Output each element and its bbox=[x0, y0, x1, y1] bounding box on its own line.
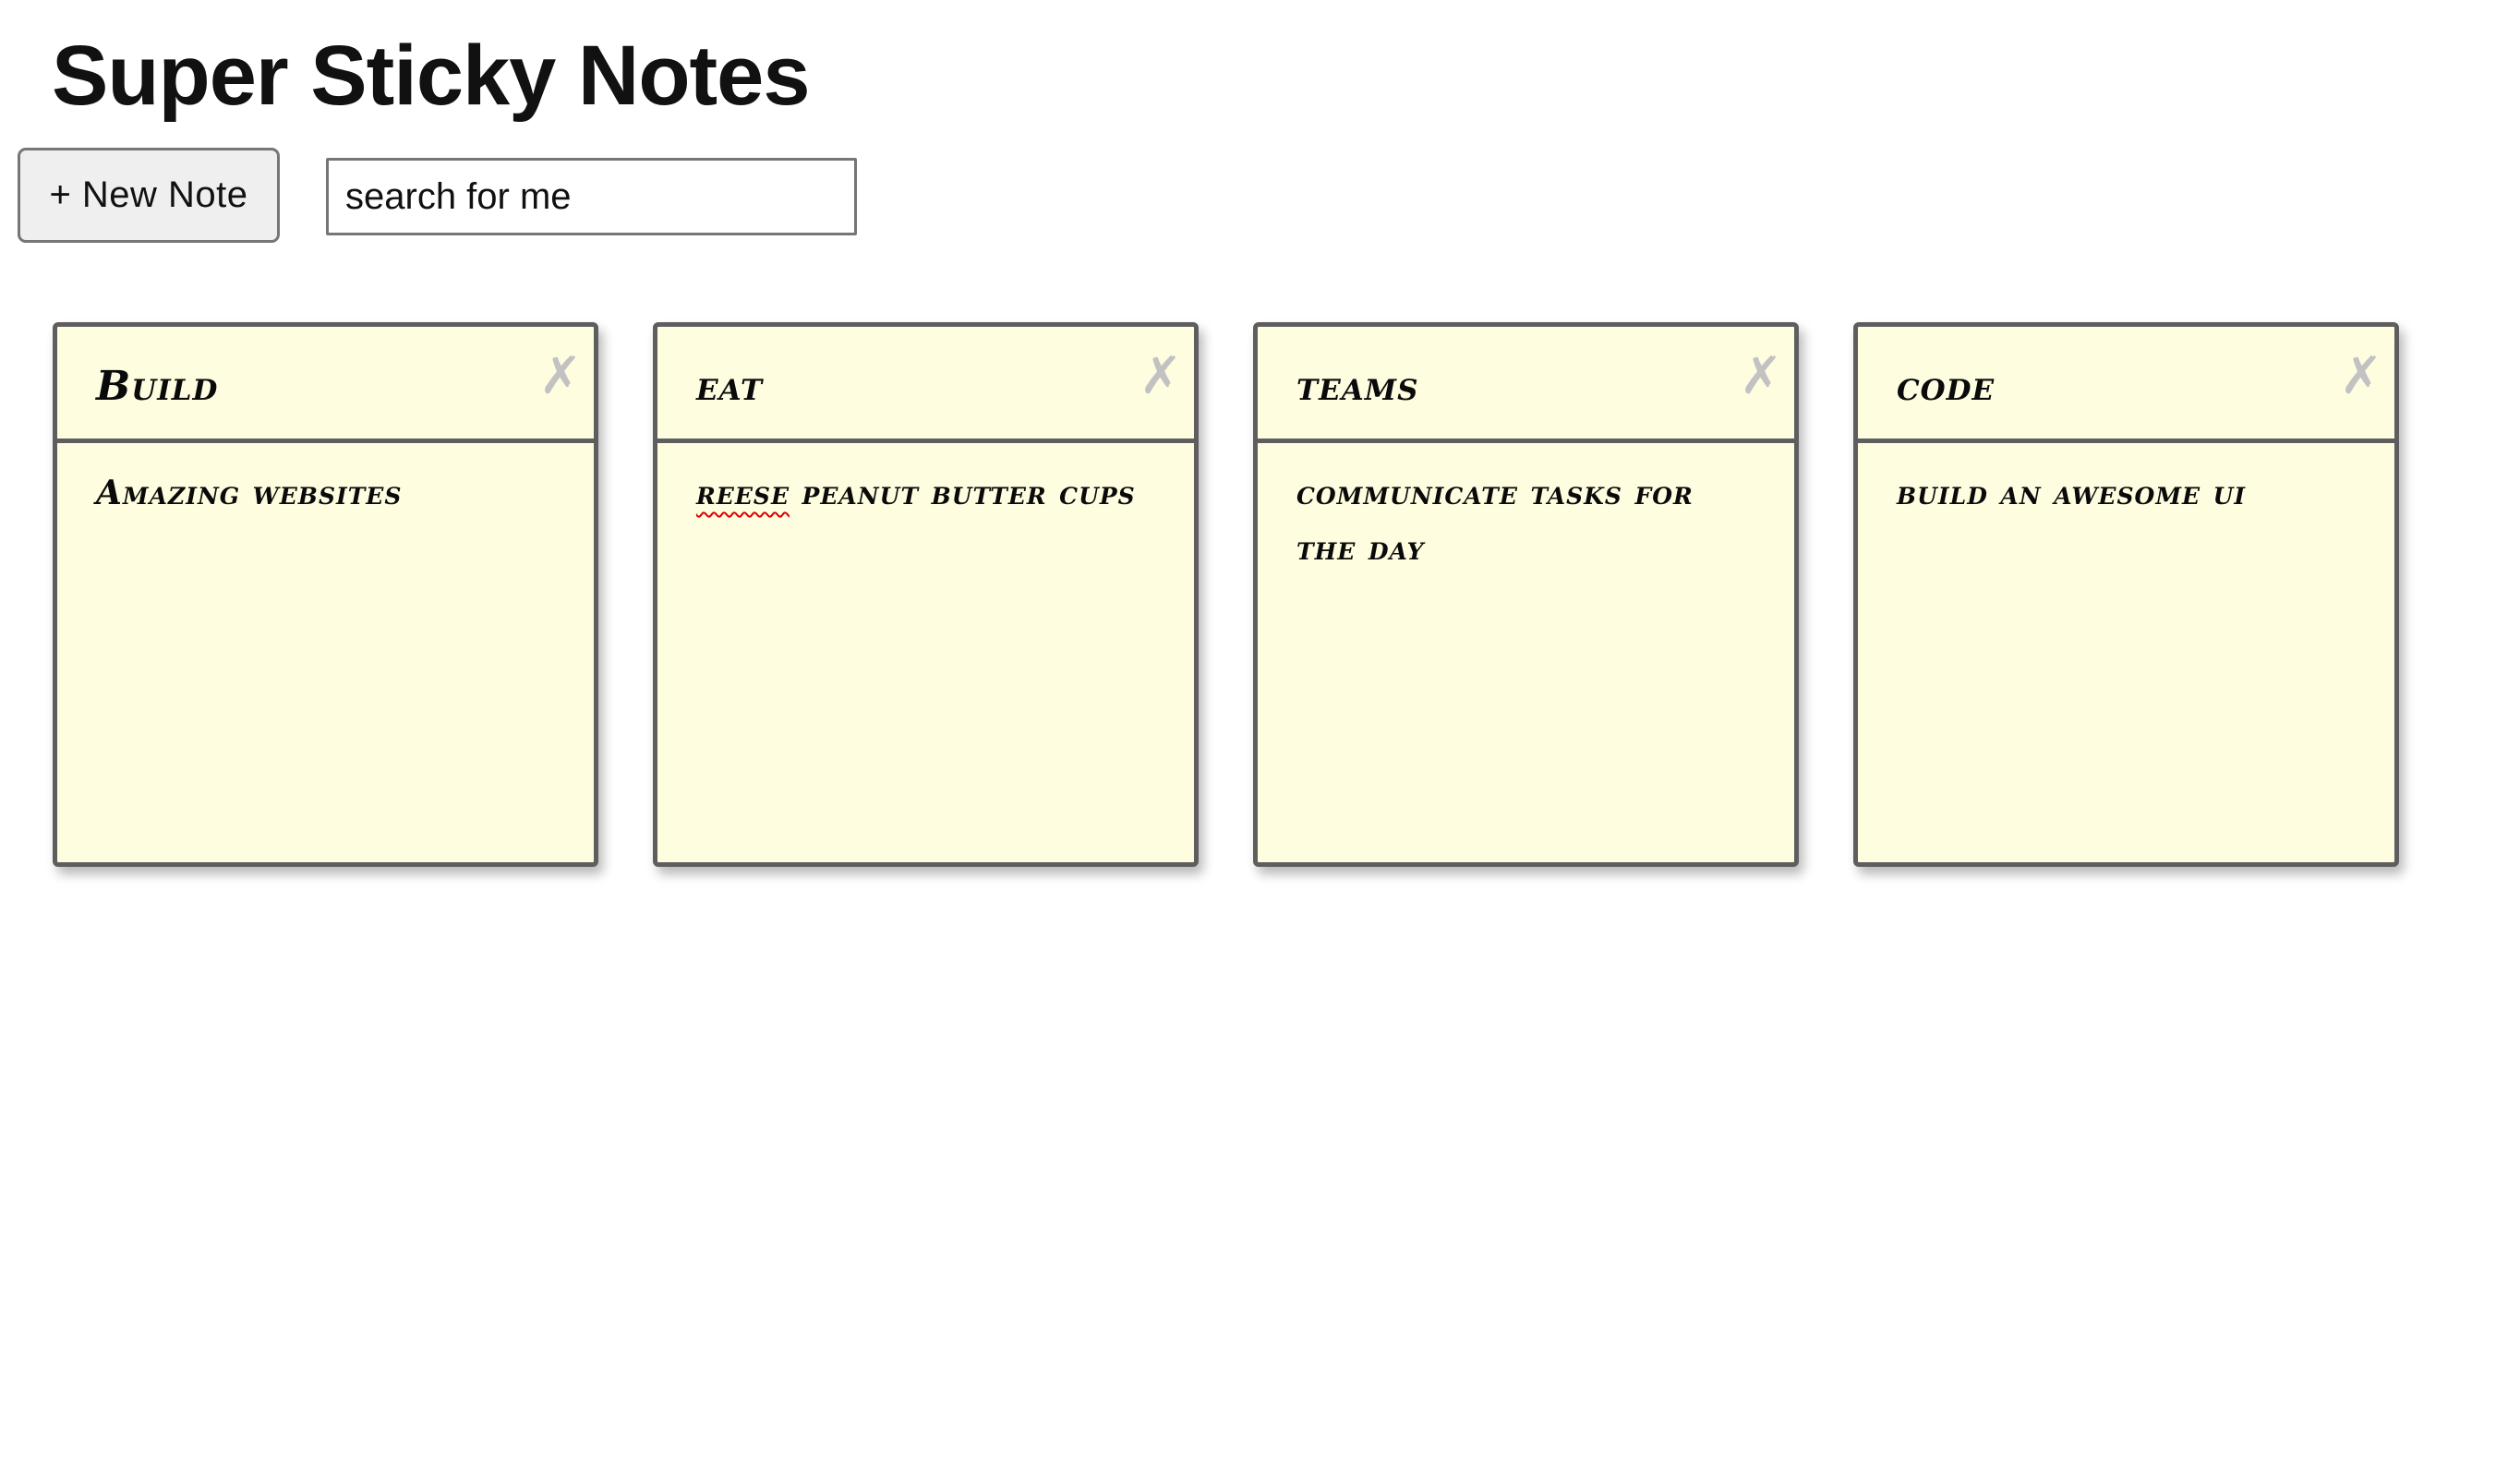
close-icon[interactable]: ✗ bbox=[2333, 349, 2389, 404]
note-body-text: peanut butter cups bbox=[790, 474, 1136, 512]
note-card[interactable]: code ✗ build an awesome ui bbox=[1853, 322, 2399, 867]
note-header: eat ✗ bbox=[657, 327, 1194, 443]
app-title: Super Sticky Notes bbox=[52, 29, 811, 123]
note-body[interactable]: build an awesome ui bbox=[1897, 465, 2357, 521]
note-body[interactable]: Amazing websites bbox=[96, 465, 557, 521]
note-card[interactable]: teams ✗ communicate tasks for the day bbox=[1253, 322, 1799, 867]
note-title[interactable]: teams bbox=[1296, 364, 1418, 410]
note-header: teams ✗ bbox=[1258, 327, 1794, 443]
note-title[interactable]: code bbox=[1897, 364, 1995, 410]
note-header: code ✗ bbox=[1858, 327, 2394, 443]
note-card[interactable]: Build ✗ Amazing websites bbox=[53, 322, 598, 867]
notes-board: Build ✗ Amazing websites eat ✗ reese pea… bbox=[53, 322, 2417, 867]
close-icon[interactable]: ✗ bbox=[533, 349, 588, 404]
close-icon[interactable]: ✗ bbox=[1133, 349, 1188, 404]
new-note-button[interactable]: + New Note bbox=[18, 148, 280, 243]
spelling-error-word: reese bbox=[696, 474, 790, 512]
note-body[interactable]: communicate tasks for the day bbox=[1296, 465, 1757, 576]
note-card[interactable]: eat ✗ reese peanut butter cups bbox=[653, 322, 1199, 867]
note-header: Build ✗ bbox=[57, 327, 594, 443]
note-title[interactable]: Build bbox=[96, 364, 218, 410]
search-input[interactable] bbox=[326, 158, 857, 235]
note-body[interactable]: reese peanut butter cups bbox=[696, 465, 1157, 521]
close-icon[interactable]: ✗ bbox=[1733, 349, 1789, 404]
note-title[interactable]: eat bbox=[696, 364, 763, 410]
